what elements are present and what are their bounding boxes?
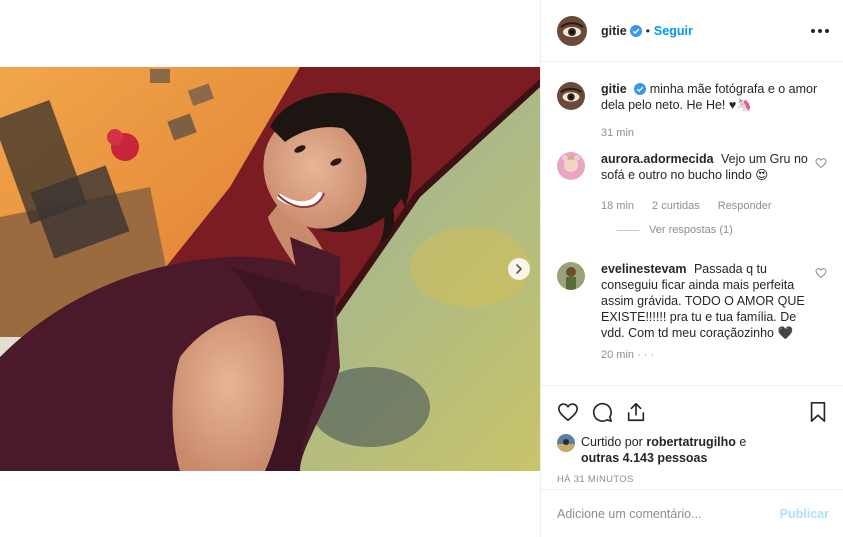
commenter-avatar[interactable]	[557, 262, 585, 290]
post-actions: Curtido por robertatrugilho e outras 4.1…	[541, 385, 843, 489]
caption-text: gitie minha mãe fotógrafa e o amor dela p…	[601, 81, 827, 113]
verified-badge-icon	[633, 83, 646, 95]
liked-by-text: Curtido por robertatrugilho e outras 4.1…	[581, 434, 746, 466]
comment-text: aurora.adormecida Vejo um Gru no sofá e …	[601, 151, 809, 183]
liked-others[interactable]: outras 4.143 pessoas	[581, 451, 707, 465]
like-comment-heart-icon[interactable]	[815, 157, 827, 169]
comment-composer: Publicar	[541, 489, 843, 537]
post-header: gitie • Seguir	[541, 0, 843, 62]
verified-badge-icon	[629, 24, 642, 37]
comments-list[interactable]: gitie minha mãe fotógrafa e o amor dela p…	[541, 63, 843, 385]
photo-area	[0, 0, 540, 537]
comment-row: evelinestevam Passada q tu conseguiu fic…	[557, 261, 827, 341]
liker-avatar[interactable]	[557, 434, 575, 452]
caption-row: gitie minha mãe fotógrafa e o amor dela p…	[557, 81, 827, 113]
commenter-username[interactable]: evelinestevam	[601, 262, 686, 276]
author-avatar[interactable]	[557, 15, 587, 46]
like-comment-heart-icon[interactable]	[815, 267, 827, 279]
next-photo-button[interactable]	[508, 258, 530, 280]
like-heart-icon[interactable]	[557, 401, 579, 423]
view-replies[interactable]: Ver respostas (1)	[617, 224, 827, 236]
share-icon[interactable]	[625, 401, 647, 423]
comment-meta-partial: 20 min · · ·	[601, 349, 827, 361]
comment-bubble-icon[interactable]	[591, 401, 613, 423]
liked-connector: e	[739, 435, 747, 449]
author-username[interactable]: gitie	[601, 24, 627, 38]
post-timestamp[interactable]: HÁ 31 MINUTOS	[557, 474, 829, 485]
author-avatar-small[interactable]	[557, 82, 585, 110]
reply-button[interactable]: Responder	[718, 200, 772, 212]
replies-divider	[617, 229, 639, 231]
liker-username[interactable]: robertatrugilho	[646, 435, 736, 449]
action-icons	[557, 400, 829, 424]
chevron-right-icon	[516, 264, 522, 274]
comment-input[interactable]	[557, 506, 780, 521]
comment-row: aurora.adormecida Vejo um Gru no sofá e …	[557, 151, 827, 183]
more-options-icon[interactable]	[811, 28, 829, 33]
comment-time-partial: 20 min · · ·	[601, 349, 655, 361]
follow-button[interactable]: Seguir	[654, 24, 693, 38]
commenter-username[interactable]: aurora.adormecida	[601, 152, 714, 166]
bookmark-icon[interactable]	[807, 401, 829, 423]
post-side-panel: gitie • Seguir gitie minha mãe fotógrafa…	[540, 0, 843, 537]
comment-text: evelinestevam Passada q tu conseguiu fic…	[601, 261, 809, 341]
comment-likes[interactable]: 2 curtidas	[652, 200, 700, 212]
caption-time[interactable]: 31 min	[601, 127, 634, 139]
liked-by: Curtido por robertatrugilho e outras 4.1…	[557, 434, 829, 466]
comment-time[interactable]: 18 min	[601, 200, 634, 212]
publish-button[interactable]: Publicar	[780, 507, 829, 521]
liked-prefix: Curtido por	[581, 435, 643, 449]
view-replies-label[interactable]: Ver respostas (1)	[649, 224, 733, 236]
commenter-avatar[interactable]	[557, 152, 585, 180]
caption-username[interactable]: gitie	[601, 82, 627, 96]
comment-meta: 18 min 2 curtidas Responder	[601, 200, 827, 212]
caption-meta: 31 min	[601, 127, 827, 139]
separator-dot: •	[645, 23, 650, 38]
post-photo[interactable]	[0, 67, 540, 471]
photo-illustration	[0, 67, 540, 471]
